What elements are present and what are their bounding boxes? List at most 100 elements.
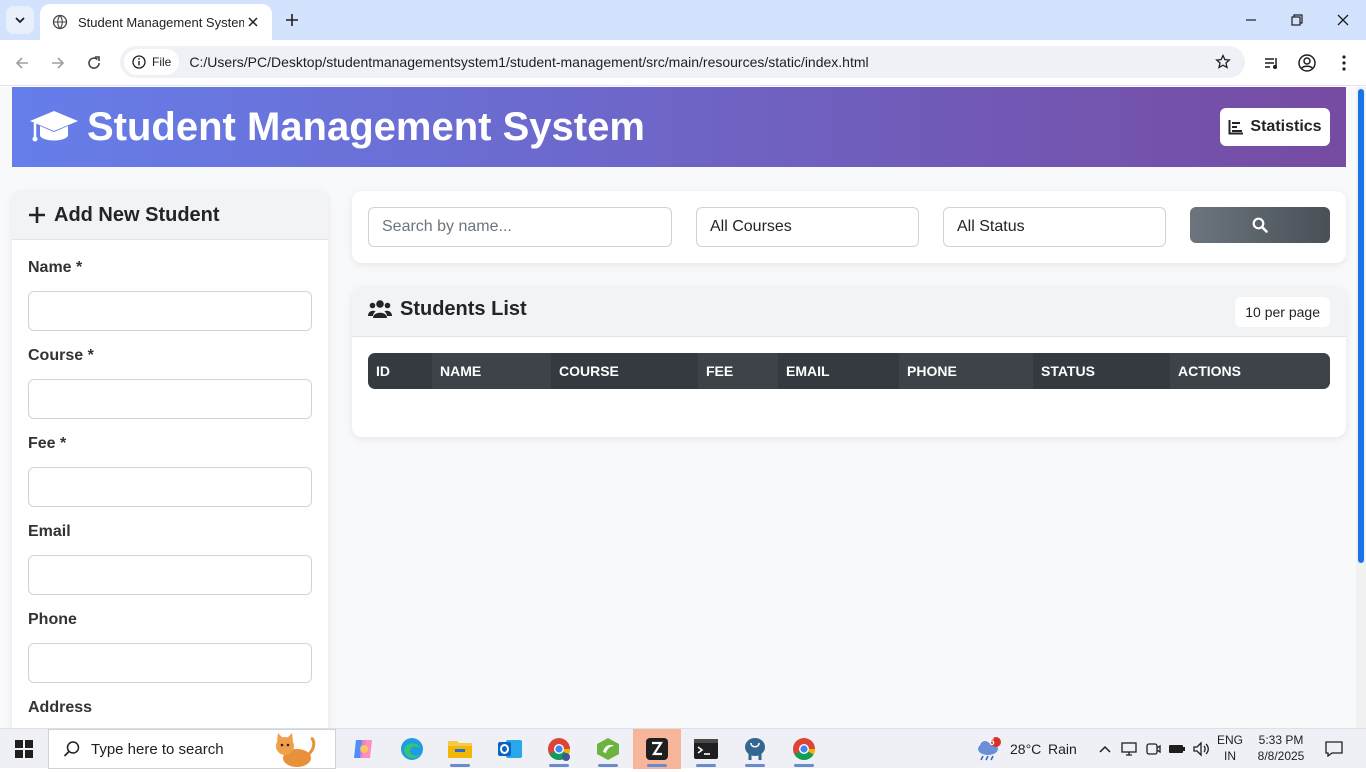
notification-center-button[interactable] xyxy=(1318,729,1350,769)
site-info-chip[interactable]: File xyxy=(124,49,180,75)
name-input[interactable] xyxy=(28,291,312,331)
profile-icon[interactable] xyxy=(1294,50,1320,76)
column-header-phone[interactable]: PHONE xyxy=(899,353,1033,389)
scrollbar-thumb[interactable] xyxy=(1358,89,1364,563)
battery-tray-icon[interactable] xyxy=(1166,729,1188,769)
course-filter-select[interactable]: All Courses xyxy=(696,207,919,247)
running-indicator xyxy=(745,764,765,767)
per-page-select[interactable]: 10 per page xyxy=(1235,297,1330,327)
column-header-email[interactable]: EMAIL xyxy=(778,353,899,389)
course-label: Course * xyxy=(28,347,94,364)
file-chip-label: File xyxy=(152,55,172,69)
weather-condition: Rain xyxy=(1048,741,1077,757)
plus-icon xyxy=(28,206,46,224)
email-input[interactable] xyxy=(28,555,312,595)
phone-label: Phone xyxy=(28,611,77,628)
column-header-fee[interactable]: FEE xyxy=(698,353,778,389)
outlook-app-icon[interactable] xyxy=(486,729,534,769)
column-header-id[interactable]: ID xyxy=(368,353,432,389)
restore-button[interactable] xyxy=(1283,6,1311,34)
clock-date: 8/8/2025 xyxy=(1257,749,1305,763)
kebab-menu-icon[interactable] xyxy=(1331,50,1357,76)
new-tab-button[interactable] xyxy=(280,8,304,32)
running-indicator xyxy=(549,764,569,767)
arrow-right-icon xyxy=(52,57,65,69)
page-scrollbar[interactable] xyxy=(1356,87,1366,728)
url-text: C:/Users/PC/Desktop/studentmanagementsys… xyxy=(189,54,869,70)
students-list-card: Students List 10 per page ID NAME COURSE… xyxy=(352,287,1346,437)
bookmark-star-icon[interactable] xyxy=(1213,52,1233,72)
minimize-button[interactable] xyxy=(1237,6,1265,34)
language-code: ENG xyxy=(1216,733,1243,747)
phone-field: Phone xyxy=(28,611,312,683)
users-icon xyxy=(368,299,392,319)
taskbar-search-box[interactable]: Type here to search xyxy=(48,729,336,769)
close-icon xyxy=(1337,14,1349,26)
clock-time: 5:33 PM xyxy=(1258,733,1304,747)
graduation-cap-icon xyxy=(28,109,80,152)
network-tray-icon[interactable] xyxy=(1118,729,1140,769)
chevron-down-icon xyxy=(15,17,25,24)
search-icon xyxy=(63,740,81,758)
fee-input[interactable] xyxy=(28,467,312,507)
media-control-icon[interactable] xyxy=(1259,50,1285,76)
address-field: Address xyxy=(28,699,312,728)
volume-tray-icon[interactable] xyxy=(1190,729,1212,769)
phone-input[interactable] xyxy=(28,643,312,683)
running-indicator xyxy=(794,764,814,767)
running-indicator xyxy=(450,764,470,767)
students-list-title: Students List xyxy=(400,298,527,320)
statistics-button[interactable]: Statistics xyxy=(1220,108,1330,146)
close-tab-icon[interactable] xyxy=(244,13,262,31)
windows-taskbar: Type here to search 5 28°C Rain ENG IN 5… xyxy=(0,728,1366,769)
column-header-course[interactable]: COURSE xyxy=(551,353,698,389)
arrow-left-icon xyxy=(15,57,28,69)
cat-illustration-icon xyxy=(271,732,317,772)
running-indicator xyxy=(696,764,716,767)
add-student-card: Add New Student Name * Course * Fee * Em… xyxy=(12,191,328,728)
notification-icon xyxy=(1325,741,1343,757)
search-input[interactable]: Search by name... xyxy=(368,207,672,247)
chrome-profile-app-icon[interactable] xyxy=(535,729,583,769)
clock[interactable]: 5:33 PM 8/8/2025 xyxy=(1252,732,1310,764)
windows-logo-icon xyxy=(15,740,33,758)
bar-chart-icon xyxy=(1228,119,1244,135)
language-indicator[interactable]: ENG IN xyxy=(1216,732,1244,764)
running-indicator xyxy=(598,764,618,767)
spring-tools-app-icon[interactable] xyxy=(584,729,632,769)
status-filter-select[interactable]: All Status xyxy=(943,207,1166,247)
meet-now-tray-icon[interactable] xyxy=(1142,729,1164,769)
column-header-actions[interactable]: ACTIONS xyxy=(1170,353,1330,389)
filter-card: Search by name... All Courses All Status xyxy=(352,191,1346,263)
postgresql-app-icon[interactable] xyxy=(731,729,779,769)
file-explorer-app-icon[interactable] xyxy=(436,729,484,769)
forward-button[interactable] xyxy=(43,48,73,78)
postman-like-app-icon[interactable] xyxy=(633,729,681,769)
reload-button[interactable] xyxy=(79,48,109,78)
plus-icon xyxy=(286,14,298,26)
tab-search-button[interactable] xyxy=(6,6,34,34)
copilot-app-icon[interactable] xyxy=(339,729,387,769)
email-field: Email xyxy=(28,523,312,595)
info-icon xyxy=(132,55,146,69)
back-button[interactable] xyxy=(7,48,37,78)
address-bar[interactable]: File C:/Users/PC/Desktop/studentmanageme… xyxy=(120,46,1245,78)
chrome-app-icon[interactable] xyxy=(780,729,828,769)
browser-tab-active[interactable]: Student Management System xyxy=(40,4,272,40)
search-button[interactable] xyxy=(1190,207,1330,243)
course-input[interactable] xyxy=(28,379,312,419)
chevron-up-icon xyxy=(1099,745,1111,753)
fee-field: Fee * xyxy=(28,435,312,507)
show-hidden-icons-button[interactable] xyxy=(1094,729,1116,769)
weather-temperature: 28°C xyxy=(1010,741,1042,757)
browser-tab-strip: Student Management System xyxy=(0,0,1366,40)
minimize-icon xyxy=(1246,19,1256,21)
column-header-name[interactable]: NAME xyxy=(432,353,551,389)
start-button[interactable] xyxy=(0,729,48,769)
column-header-status[interactable]: STATUS xyxy=(1033,353,1170,389)
close-window-button[interactable] xyxy=(1329,6,1357,34)
tab-title: Student Management System xyxy=(78,14,244,30)
terminal-app-icon[interactable] xyxy=(682,729,730,769)
edge-app-icon[interactable] xyxy=(388,729,436,769)
course-field: Course * xyxy=(28,347,312,419)
